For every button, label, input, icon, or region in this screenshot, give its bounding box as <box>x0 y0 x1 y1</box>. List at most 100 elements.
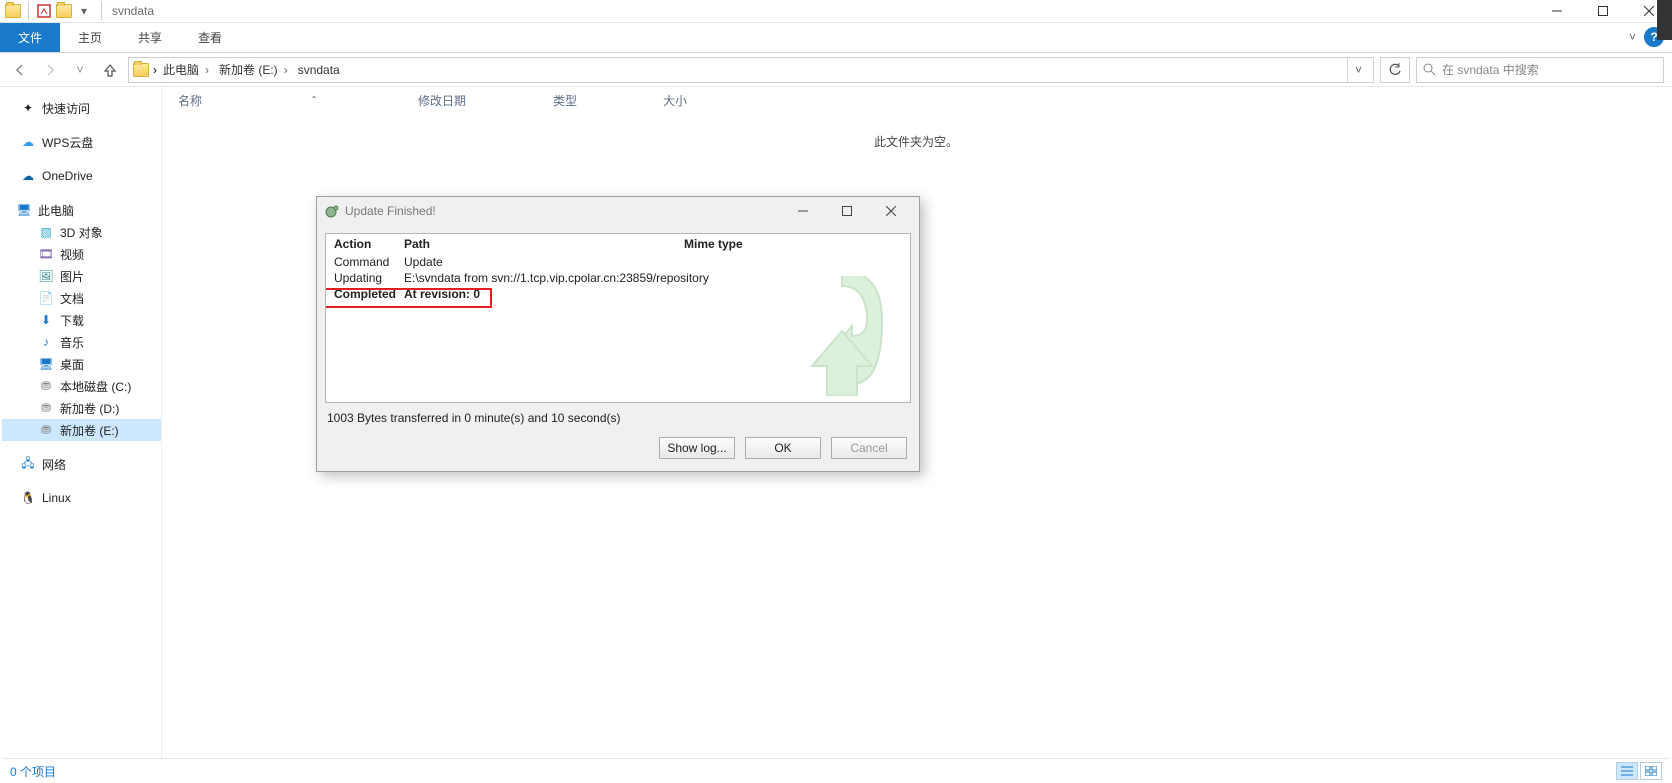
forward-button[interactable] <box>38 58 62 82</box>
linux-icon: 🐧 <box>20 490 36 506</box>
dialog-titlebar[interactable]: Update Finished! <box>317 197 919 225</box>
search-placeholder: 在 svndata 中搜索 <box>1442 61 1539 78</box>
tab-view[interactable]: 查看 <box>180 23 240 52</box>
tab-home[interactable]: 主页 <box>60 23 120 52</box>
dialog-close-button[interactable] <box>869 199 913 223</box>
properties-icon[interactable] <box>35 2 53 20</box>
col-type[interactable]: 类型 <box>547 92 657 109</box>
dialog-summary: 1003 Bytes transferred in 0 minute(s) an… <box>317 411 919 429</box>
nav-network[interactable]: 🖧网络 <box>2 453 161 475</box>
monitor-icon: 🖥 <box>16 202 32 218</box>
search-icon <box>1423 63 1436 76</box>
tab-share[interactable]: 共享 <box>120 23 180 52</box>
nav-pictures[interactable]: 🖼图片 <box>2 265 161 287</box>
breadcrumb-thispc[interactable]: 此电脑 › <box>161 59 213 80</box>
col-modified[interactable]: 修改日期 <box>412 92 547 109</box>
music-icon: ♪ <box>38 334 54 350</box>
nav-this-pc[interactable]: 🖥此电脑 <box>2 199 161 221</box>
nav-wps-cloud[interactable]: ☁WPS云盘 <box>2 131 161 153</box>
svn-update-dialog: Update Finished! Action Path Mime type C… <box>316 196 920 472</box>
window-title: svndata <box>106 4 154 18</box>
document-icon: 📄 <box>38 290 54 306</box>
tab-file[interactable]: 文件 <box>0 23 60 52</box>
drive-icon: ⛃ <box>38 422 54 438</box>
nav-quick-access[interactable]: ✦快速访问 <box>2 97 161 119</box>
nav-label: Linux <box>42 491 71 505</box>
nav-3d-objects[interactable]: ▧3D 对象 <box>2 221 161 243</box>
nav-documents[interactable]: 📄文档 <box>2 287 161 309</box>
empty-folder-message: 此文件夹为空。 <box>162 133 1670 150</box>
nav-label: WPS云盘 <box>42 134 93 151</box>
divider <box>28 2 29 20</box>
log-header-row[interactable]: Action Path Mime type <box>326 234 910 254</box>
nav-downloads[interactable]: ⬇下载 <box>2 309 161 331</box>
maximize-button[interactable] <box>1580 0 1626 23</box>
address-dropdown-icon[interactable]: ˅ <box>1347 58 1369 82</box>
nav-label: 桌面 <box>60 356 84 373</box>
divider <box>101 2 102 20</box>
nav-drive-c[interactable]: ⛃ 本地磁盘 (C:) <box>2 375 161 397</box>
address-bar[interactable]: › 此电脑 › 新加卷 (E:) › svndata ˅ <box>128 57 1374 83</box>
search-input[interactable]: 在 svndata 中搜索 <box>1416 57 1664 83</box>
column-headers[interactable]: 名称ˆ 修改日期 类型 大小 <box>172 87 1660 113</box>
chevron-right-icon[interactable]: › <box>203 63 211 77</box>
ok-button[interactable]: OK <box>745 437 821 459</box>
breadcrumb-label: 新加卷 (E:) <box>219 61 278 78</box>
back-button[interactable] <box>8 58 32 82</box>
nav-music[interactable]: ♪ 音乐 <box>2 331 161 353</box>
col-action[interactable]: Action <box>326 237 396 251</box>
col-mime[interactable]: Mime type <box>676 237 756 251</box>
details-view-button[interactable] <box>1616 762 1638 780</box>
folder-icon <box>4 2 22 20</box>
download-arrow-icon <box>792 276 892 396</box>
new-folder-icon[interactable] <box>55 2 73 20</box>
scrollbar-marker <box>1657 0 1672 40</box>
show-log-button[interactable]: Show log... <box>659 437 735 459</box>
drive-icon: ⛃ <box>38 400 54 416</box>
col-path[interactable]: Path <box>396 237 676 251</box>
dialog-log-list[interactable]: Action Path Mime type Command Update Upd… <box>325 233 911 403</box>
dialog-maximize-button[interactable] <box>825 199 869 223</box>
download-icon: ⬇ <box>38 312 54 328</box>
cell-action: Updating <box>326 271 396 285</box>
log-row[interactable]: Command Update <box>326 254 910 270</box>
nav-drive-e[interactable]: ⛃新加卷 (E:) <box>2 419 161 441</box>
chevron-right-icon[interactable]: › <box>282 63 290 77</box>
breadcrumb-folder[interactable]: svndata <box>296 61 342 79</box>
dialog-minimize-button[interactable] <box>781 199 825 223</box>
breadcrumb-label: 此电脑 <box>163 61 199 78</box>
icons-view-button[interactable] <box>1640 762 1662 780</box>
quick-access-toolbar: ▾ <box>0 2 97 20</box>
col-name[interactable]: 名称ˆ <box>172 92 412 109</box>
nav-label: 3D 对象 <box>60 224 103 241</box>
nav-label: 音乐 <box>60 334 84 351</box>
drive-icon: ⛃ <box>38 378 54 394</box>
recent-dropdown-icon[interactable]: ˅ <box>68 58 92 82</box>
desktop-icon: 🖥 <box>38 356 54 372</box>
chevron-right-icon[interactable]: › <box>153 63 157 77</box>
up-button[interactable] <box>98 58 122 82</box>
nav-label: 网络 <box>42 456 66 473</box>
breadcrumb-drive[interactable]: 新加卷 (E:) › <box>217 59 292 80</box>
nav-linux[interactable]: 🐧 Linux <box>2 487 161 509</box>
qat-dropdown-icon[interactable]: ▾ <box>75 2 93 20</box>
refresh-button[interactable] <box>1380 57 1410 83</box>
nav-label: 新加卷 (D:) <box>60 400 119 417</box>
address-bar-row: ˅ › 此电脑 › 新加卷 (E:) › svndata ˅ 在 svndata 中… <box>0 53 1672 87</box>
cloud-icon: ☁ <box>20 168 36 184</box>
ribbon-collapse-icon[interactable]: ˅ <box>1629 30 1636 44</box>
window-titlebar: ▾ svndata <box>0 0 1672 23</box>
cancel-button: Cancel <box>831 437 907 459</box>
nav-label: 本地磁盘 (C:) <box>60 378 131 395</box>
col-size[interactable]: 大小 <box>657 92 757 109</box>
minimize-button[interactable] <box>1534 0 1580 23</box>
nav-onedrive[interactable]: ☁OneDrive <box>2 165 161 187</box>
nav-label: 快速访问 <box>42 100 90 117</box>
nav-drive-d[interactable]: ⛃ 新加卷 (D:) <box>2 397 161 419</box>
nav-desktop[interactable]: 🖥 桌面 <box>2 353 161 375</box>
nav-label: 视频 <box>60 246 84 263</box>
navigation-pane[interactable]: ✦快速访问 ☁WPS云盘 ☁OneDrive 🖥此电脑 ▧3D 对象 🎞视频 🖼… <box>2 87 162 758</box>
folder-icon <box>133 62 149 78</box>
breadcrumb-label: svndata <box>298 63 340 77</box>
nav-videos[interactable]: 🎞视频 <box>2 243 161 265</box>
